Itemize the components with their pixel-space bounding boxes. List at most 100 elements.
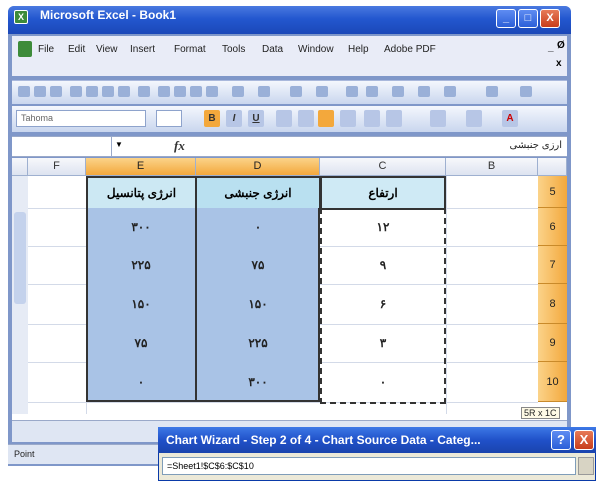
cell-c5[interactable]: ارتفاع [320, 176, 446, 210]
align-center-icon[interactable] [298, 110, 314, 127]
selection-size-tooltip: 5R x 1C [521, 407, 560, 419]
font-size-box[interactable] [156, 110, 182, 127]
sort-ascending-icon[interactable] [346, 86, 358, 97]
name-box[interactable] [12, 137, 112, 156]
column-header-corner-right [538, 158, 567, 176]
row-header-5[interactable]: 5 [538, 176, 567, 208]
menu-help[interactable]: Help [348, 44, 369, 55]
column-header-d[interactable]: D [196, 158, 320, 176]
cell-d9[interactable]: ۲۲۵ [196, 324, 320, 362]
drawing-icon[interactable] [418, 86, 430, 97]
font-name-box[interactable]: Tahoma [16, 110, 146, 127]
cell-c7[interactable]: ۹ [320, 246, 446, 284]
cell-d6[interactable]: ۰ [196, 208, 320, 246]
align-right-icon[interactable] [318, 110, 334, 127]
status-text: Point [14, 449, 35, 459]
menu-insert[interactable]: Insert [130, 44, 155, 55]
indent-icon[interactable] [386, 110, 402, 127]
toolbar-options-icon[interactable] [520, 86, 532, 97]
select-all-corner[interactable] [12, 158, 28, 176]
menu-view[interactable]: View [96, 44, 118, 55]
minimize-button[interactable]: _ [496, 9, 516, 28]
menu-edit[interactable]: Edit [68, 44, 85, 55]
dialog-title: Chart Wizard - Step 2 of 4 - Chart Sourc… [166, 433, 481, 447]
rtl-icon[interactable] [364, 110, 380, 127]
maximize-button[interactable]: □ [518, 9, 538, 28]
hyperlink-icon[interactable] [290, 86, 302, 97]
dialog-help-button[interactable]: ? [551, 430, 571, 450]
menu-file[interactable]: File [38, 44, 54, 55]
menu-format[interactable]: Format [174, 44, 206, 55]
menu-tools[interactable]: Tools [222, 44, 245, 55]
research-icon[interactable] [138, 86, 150, 97]
cut-icon[interactable] [158, 86, 170, 97]
cell-d5[interactable]: انرژی جنبشی [195, 176, 321, 210]
cell-e6[interactable]: ۳۰۰ [86, 208, 196, 246]
row-header-9[interactable]: 9 [538, 324, 567, 362]
range-input[interactable]: =Sheet1!$C$6:$C$10 [162, 457, 576, 475]
doc-minimize-button[interactable]: _ [548, 42, 554, 53]
row-header-6[interactable]: 6 [538, 208, 567, 246]
formula-content[interactable]: ارزی جنبشی [509, 140, 562, 151]
cell-c6[interactable]: ۱۲ [320, 208, 446, 246]
copy-icon[interactable] [174, 86, 186, 97]
cell-c8[interactable]: ۶ [320, 284, 446, 324]
open-icon[interactable] [34, 86, 46, 97]
fill-color-icon[interactable] [466, 110, 482, 127]
excel-app-icon[interactable]: X [14, 10, 28, 24]
save-icon[interactable] [50, 86, 62, 97]
redo-icon[interactable] [258, 86, 270, 97]
cell-d7[interactable]: ۷۵ [196, 246, 320, 284]
doc-restore-button[interactable]: Ø [557, 40, 565, 51]
row-header-8[interactable]: 8 [538, 284, 567, 324]
align-left-icon[interactable] [276, 110, 292, 127]
row-header-7[interactable]: 7 [538, 246, 567, 284]
vertical-scroll-thumb[interactable] [14, 212, 26, 304]
name-box-dropdown-icon[interactable]: ▼ [112, 140, 126, 153]
new-icon[interactable] [18, 86, 30, 97]
gridline [28, 402, 538, 403]
cell-e7[interactable]: ۲۲۵ [86, 246, 196, 284]
merge-center-icon[interactable] [340, 110, 356, 127]
undo-icon[interactable] [232, 86, 244, 97]
close-button[interactable]: X [540, 9, 560, 28]
sort-descending-icon[interactable] [366, 86, 378, 97]
bold-button[interactable]: B [204, 110, 220, 127]
cell-c10[interactable]: ۰ [320, 362, 446, 402]
column-header-e[interactable]: E [86, 158, 196, 176]
chart-wizard-icon[interactable] [392, 86, 404, 97]
format-painter-icon[interactable] [206, 86, 218, 97]
menu-adobe-pdf[interactable]: Adobe PDF [384, 44, 436, 55]
insert-function-icon[interactable]: fx [174, 138, 185, 154]
italic-button[interactable]: I [226, 110, 242, 127]
doc-close-button[interactable]: x [556, 58, 562, 69]
row-header-10[interactable]: 10 [538, 362, 567, 402]
cell-c9[interactable]: ۳ [320, 324, 446, 362]
column-header-f[interactable]: F [28, 158, 86, 176]
spelling-icon[interactable] [118, 86, 130, 97]
window-title: Microsoft Excel - Book1 [40, 8, 177, 22]
cell-e9[interactable]: ۷۵ [86, 324, 196, 362]
cell-e10[interactable]: ۰ [86, 362, 196, 402]
cell-e8[interactable]: ۱۵۰ [86, 284, 196, 324]
underline-button[interactable]: U [248, 110, 264, 127]
zoom-icon[interactable] [444, 86, 456, 97]
expand-dialog-button[interactable] [578, 457, 594, 475]
permission-icon[interactable] [70, 86, 82, 97]
workbook-icon[interactable] [18, 41, 32, 57]
cell-d8[interactable]: ۱۵۰ [196, 284, 320, 324]
dialog-close-button[interactable]: X [574, 430, 594, 450]
menu-data[interactable]: Data [262, 44, 283, 55]
cell-d10[interactable]: ۳۰۰ [196, 362, 320, 402]
cell-e5[interactable]: انرژی پتانسیل [86, 176, 197, 210]
menu-window[interactable]: Window [298, 44, 334, 55]
print-icon[interactable] [86, 86, 98, 97]
paste-icon[interactable] [190, 86, 202, 97]
help-icon[interactable] [486, 86, 498, 97]
column-header-b[interactable]: B [446, 158, 538, 176]
print-preview-icon[interactable] [102, 86, 114, 97]
column-header-c[interactable]: C [320, 158, 446, 176]
autosum-icon[interactable] [316, 86, 328, 97]
borders-icon[interactable] [430, 110, 446, 127]
font-color-button[interactable]: A [502, 110, 518, 127]
